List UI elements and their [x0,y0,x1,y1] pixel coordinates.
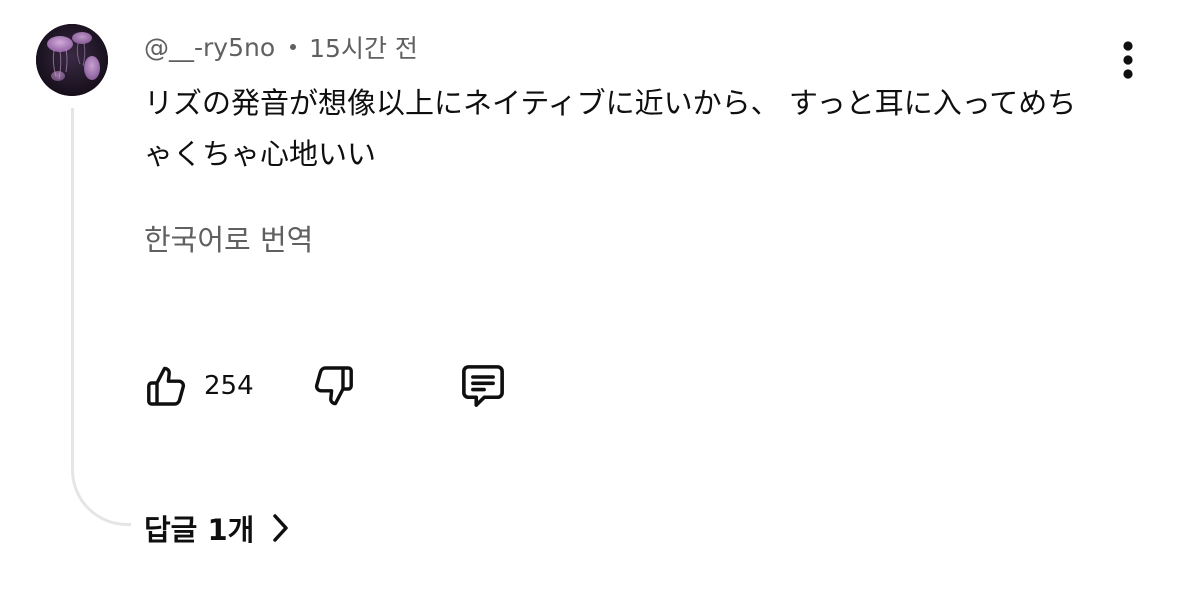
reply-button[interactable] [456,356,510,416]
thread-connector-line [71,108,131,526]
more-actions-button[interactable] [1108,36,1148,84]
dislike-button[interactable] [310,356,358,416]
separator-dot [290,44,297,50]
jellyfish-avatar-image [36,24,108,96]
comment-text: リズの発音が想像以上にネイティブに近いから、 すっと耳に入ってめちゃくちゃ心地い… [144,86,1077,171]
avatar[interactable] [36,24,108,96]
view-replies-button[interactable]: 답글 1개 [144,506,292,550]
chevron-right-icon [270,512,292,544]
more-vertical-icon [1123,41,1133,79]
comment-timestamp: 15시간 전 [309,34,418,63]
like-button[interactable]: 254 [142,356,254,416]
translate-button[interactable]: 한국어로 번역 [144,220,313,260]
thumbs-down-icon [314,366,353,406]
like-count: 254 [204,371,254,401]
thumbs-up-icon [147,366,186,406]
author-handle[interactable]: @__-ry5no [144,33,275,62]
comment-header: @__-ry5no 15시간 전 [144,28,418,66]
comment-icon [462,365,504,407]
replies-label: 답글 1개 [144,513,255,547]
